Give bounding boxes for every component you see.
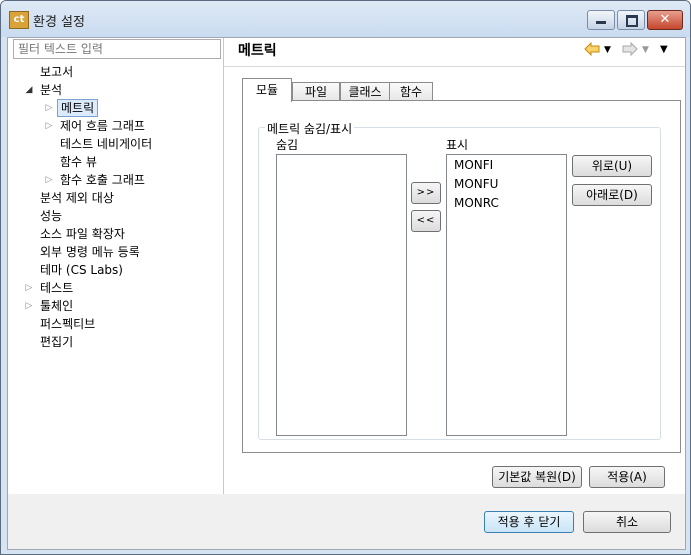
back-dropdown-icon[interactable]: ▼ [604, 42, 611, 58]
tab-function[interactable]: 함수 [389, 82, 433, 101]
tree-item[interactable]: ◢ 분석 [8, 81, 223, 99]
collapsed-arrow-icon[interactable]: ▷ [44, 171, 54, 189]
tree-item-label: 편집기 [40, 335, 74, 349]
tree-item[interactable]: ▷ 제어 흐름 그래프 [8, 117, 223, 135]
move-left-button[interactable]: << [411, 210, 441, 232]
tree-item[interactable]: ▷ 메트릭 [8, 99, 223, 117]
shown-label: 표시 [446, 138, 469, 152]
minimize-button[interactable] [587, 10, 615, 30]
tree-item-label: 함수 호출 그래프 [60, 173, 145, 187]
hidden-metrics-list[interactable] [276, 154, 407, 436]
maximize-button[interactable] [617, 10, 645, 30]
title-separator [224, 66, 685, 67]
forward-arrow-icon[interactable] [622, 41, 638, 61]
tree-item[interactable]: ▷ 함수 호출 그래프 [8, 171, 223, 189]
tree-item[interactable]: 편집기 [8, 333, 223, 351]
tab-class[interactable]: 클래스 [340, 82, 390, 101]
move-right-button[interactable]: >> [411, 182, 441, 204]
tree-item[interactable]: 테마 (CS Labs) [8, 261, 223, 279]
maximize-icon [626, 15, 638, 27]
collapsed-arrow-icon[interactable]: ▷ [24, 297, 34, 315]
dialog-client-area: 보고서◢분석▷메트릭▷제어 흐름 그래프테스트 네비게이터함수 뷰▷함수 호출 … [7, 37, 686, 550]
tree-item-label: 분석 [40, 83, 63, 97]
tree-item-label: 메트릭 [57, 99, 99, 117]
tree-item-label: 보고서 [40, 65, 74, 79]
window-title: 환경 설정 [33, 15, 85, 30]
cancel-button[interactable]: 취소 [583, 511, 671, 533]
close-button[interactable]: ✕ [647, 10, 683, 30]
preference-page: 메트릭 ▼ ▼ ▼ 모듈 파일 클래스 함수 메트릭 숨김/표시 숨김 표시 >… [224, 38, 685, 494]
apply-button[interactable]: 적용(A) [589, 466, 665, 488]
forward-dropdown-icon[interactable]: ▼ [642, 42, 649, 58]
tree-item-label: 퍼스펙티브 [40, 317, 96, 331]
move-down-button[interactable]: 아래로(D) [572, 184, 652, 206]
list-item[interactable]: MONRC [454, 196, 499, 210]
tree-item[interactable]: ▷ 툴체인 [8, 297, 223, 315]
preferences-window: ct 환경 설정 ✕ 보고서◢분석▷메트릭▷제어 흐름 그래프테스트 네비게이터… [0, 0, 691, 555]
tree-item-label: 함수 뷰 [60, 155, 97, 169]
tree-item-label: 분석 제외 대상 [40, 191, 114, 205]
tab-file[interactable]: 파일 [292, 82, 340, 101]
tree-item[interactable]: 성능 [8, 207, 223, 225]
tree-item-label: 제어 흐름 그래프 [60, 119, 145, 133]
tree-item-label: 툴체인 [40, 299, 74, 313]
page-navigation: ▼ ▼ ▼ [584, 41, 684, 61]
page-title: 메트릭 [238, 43, 277, 59]
tree-item-label: 테스트 네비게이터 [60, 137, 153, 151]
tree-item[interactable]: 분석 제외 대상 [8, 189, 223, 207]
collapsed-arrow-icon[interactable]: ▷ [24, 279, 34, 297]
tab-module[interactable]: 모듈 [242, 78, 292, 102]
tree-item-label: 테스트 [40, 281, 74, 295]
tree-item[interactable]: 퍼스펙티브 [8, 315, 223, 333]
hidden-label: 숨김 [276, 138, 299, 152]
collapsed-arrow-icon[interactable]: ▷ [44, 99, 54, 117]
close-icon: ✕ [659, 12, 671, 27]
tree-item[interactable]: 보고서 [8, 63, 223, 81]
tree-item[interactable]: ▷ 테스트 [8, 279, 223, 297]
tab-content: 메트릭 숨김/표시 숨김 표시 >> << MONFI MONFU MONRC … [242, 100, 681, 453]
list-item[interactable]: MONFU [454, 177, 498, 191]
list-item[interactable]: MONFI [454, 158, 493, 172]
tree-item-label: 테마 (CS Labs) [40, 263, 123, 277]
dialog-button-bar: 적용 후 닫기 취소 [8, 494, 685, 549]
tree-item-label: 외부 명령 메뉴 등록 [40, 245, 140, 259]
tree-item-label: 소스 파일 확장자 [40, 227, 125, 241]
filter-input[interactable] [13, 39, 221, 59]
expanded-arrow-icon[interactable]: ◢ [24, 81, 34, 99]
back-arrow-icon[interactable] [584, 41, 600, 61]
tree-item[interactable]: 테스트 네비게이터 [8, 135, 223, 153]
view-menu-icon[interactable]: ▼ [660, 42, 668, 58]
group-legend: 메트릭 숨김/표시 [265, 120, 355, 137]
metric-visibility-group: 메트릭 숨김/표시 숨김 표시 >> << MONFI MONFU MONRC … [258, 120, 661, 440]
apply-and-close-button[interactable]: 적용 후 닫기 [484, 511, 574, 533]
preference-tree-pane: 보고서◢분석▷메트릭▷제어 흐름 그래프테스트 네비게이터함수 뷰▷함수 호출 … [8, 38, 224, 494]
minimize-icon [596, 21, 606, 24]
title-bar[interactable]: ct 환경 설정 ✕ [1, 1, 690, 37]
collapsed-arrow-icon[interactable]: ▷ [44, 117, 54, 135]
tree-item[interactable]: 소스 파일 확장자 [8, 225, 223, 243]
move-up-button[interactable]: 위로(U) [572, 155, 652, 177]
tree-item-label: 성능 [40, 209, 63, 223]
app-icon: ct [9, 11, 29, 29]
tree-item[interactable]: 외부 명령 메뉴 등록 [8, 243, 223, 261]
tree-item[interactable]: 함수 뷰 [8, 153, 223, 171]
shown-metrics-list[interactable]: MONFI MONFU MONRC [446, 154, 567, 436]
restore-defaults-button[interactable]: 기본값 복원(D) [492, 466, 582, 488]
